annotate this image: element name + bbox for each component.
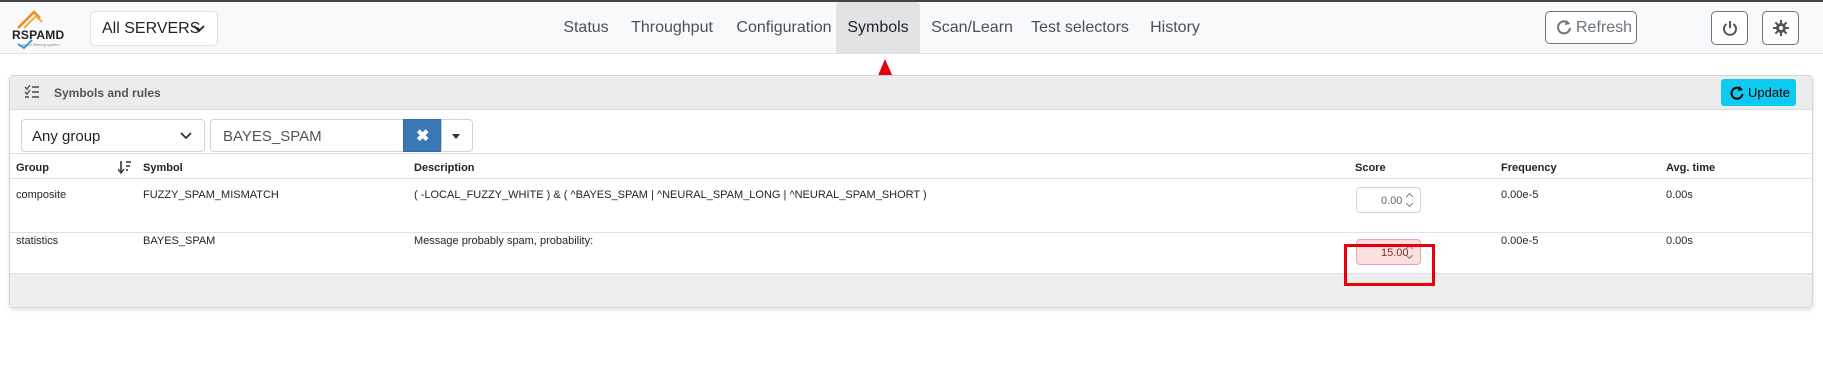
column-header-description[interactable]: Description	[414, 162, 475, 174]
header-divider	[10, 178, 1812, 179]
search-options-dropdown[interactable]	[441, 119, 473, 152]
column-header-symbol[interactable]: Symbol	[143, 162, 183, 174]
row-symbol: BAYES_SPAM	[143, 235, 216, 247]
symbols-card: Symbols and rules Update Any group BAYES…	[9, 75, 1813, 308]
close-icon: ✖	[416, 128, 430, 145]
settings-button[interactable]	[1762, 11, 1799, 45]
chevron-down-icon	[193, 25, 205, 33]
row-description: Message probably spam, probability:	[414, 235, 594, 247]
refresh-icon	[1557, 20, 1571, 35]
row-group: composite	[16, 189, 67, 201]
tab-symbols[interactable]: Symbols	[836, 2, 920, 54]
server-select-button[interactable]: All SERVERS	[90, 11, 218, 46]
navbar: RSPAMD spam filtering system All SERVERS…	[0, 2, 1823, 54]
column-header-frequency[interactable]: Frequency	[1501, 162, 1557, 174]
refresh-icon	[1730, 86, 1744, 100]
symbol-search-input[interactable]: BAYES_SPAM	[210, 119, 403, 152]
list-check-icon	[24, 85, 39, 98]
row-description: ( -LOCAL_FUZZY_WHITE ) & ( ^BAYES_SPAM |…	[414, 189, 927, 201]
group-filter-select[interactable]: Any group	[21, 119, 205, 152]
chevron-down-icon	[180, 132, 192, 140]
refresh-label: Refresh	[1576, 19, 1633, 36]
column-header-avg-time[interactable]: Avg. time	[1666, 162, 1715, 174]
annotation-highlight-box	[1344, 244, 1435, 286]
power-icon	[1723, 21, 1737, 36]
tab-status[interactable]: Status	[560, 2, 612, 54]
rspamd-logo[interactable]: RSPAMD spam filtering system	[10, 8, 76, 50]
refresh-button[interactable]: Refresh	[1545, 11, 1637, 44]
row-frequency: 0.00e-5	[1501, 189, 1539, 201]
clear-search-button[interactable]: ✖	[403, 119, 441, 152]
row-avg-time: 0.00s	[1666, 235, 1693, 247]
card-header: Symbols and rules Update	[10, 76, 1812, 110]
row-frequency: 0.00e-5	[1501, 235, 1539, 247]
update-button[interactable]: Update	[1721, 79, 1796, 106]
server-select-label: All SERVERS	[102, 20, 201, 37]
column-header-score[interactable]: Score	[1355, 162, 1386, 174]
disconnect-button[interactable]	[1711, 11, 1748, 45]
gear-icon	[1773, 20, 1789, 36]
tab-history[interactable]: History	[1148, 2, 1202, 54]
row-group: statistics	[16, 235, 59, 247]
update-label: Update	[1748, 85, 1790, 100]
sort-descending-icon[interactable]	[118, 160, 132, 174]
table-top-border	[10, 153, 1812, 154]
tab-scan-learn[interactable]: Scan/Learn	[930, 2, 1014, 54]
row-divider	[10, 232, 1812, 233]
score-value: 0.00	[1381, 195, 1403, 207]
caret-down-icon	[452, 134, 460, 139]
tab-configuration[interactable]: Configuration	[732, 2, 836, 54]
tab-throughput[interactable]: Throughput	[630, 2, 714, 54]
score-input[interactable]: 0.00	[1356, 187, 1421, 213]
group-filter-value: Any group	[32, 128, 101, 145]
tab-test-selectors[interactable]: Test selectors	[1030, 2, 1130, 54]
column-header-group[interactable]: Group	[16, 162, 49, 174]
row-avg-time: 0.00s	[1666, 189, 1693, 201]
spinner-arrows-icon[interactable]	[1407, 192, 1414, 208]
logo-text: RSPAMD	[12, 28, 65, 42]
card-title: Symbols and rules	[54, 86, 161, 100]
row-symbol: FUZZY_SPAM_MISMATCH	[143, 189, 279, 201]
logo-subtitle: spam filtering system	[22, 42, 60, 47]
card-footer	[10, 274, 1812, 307]
